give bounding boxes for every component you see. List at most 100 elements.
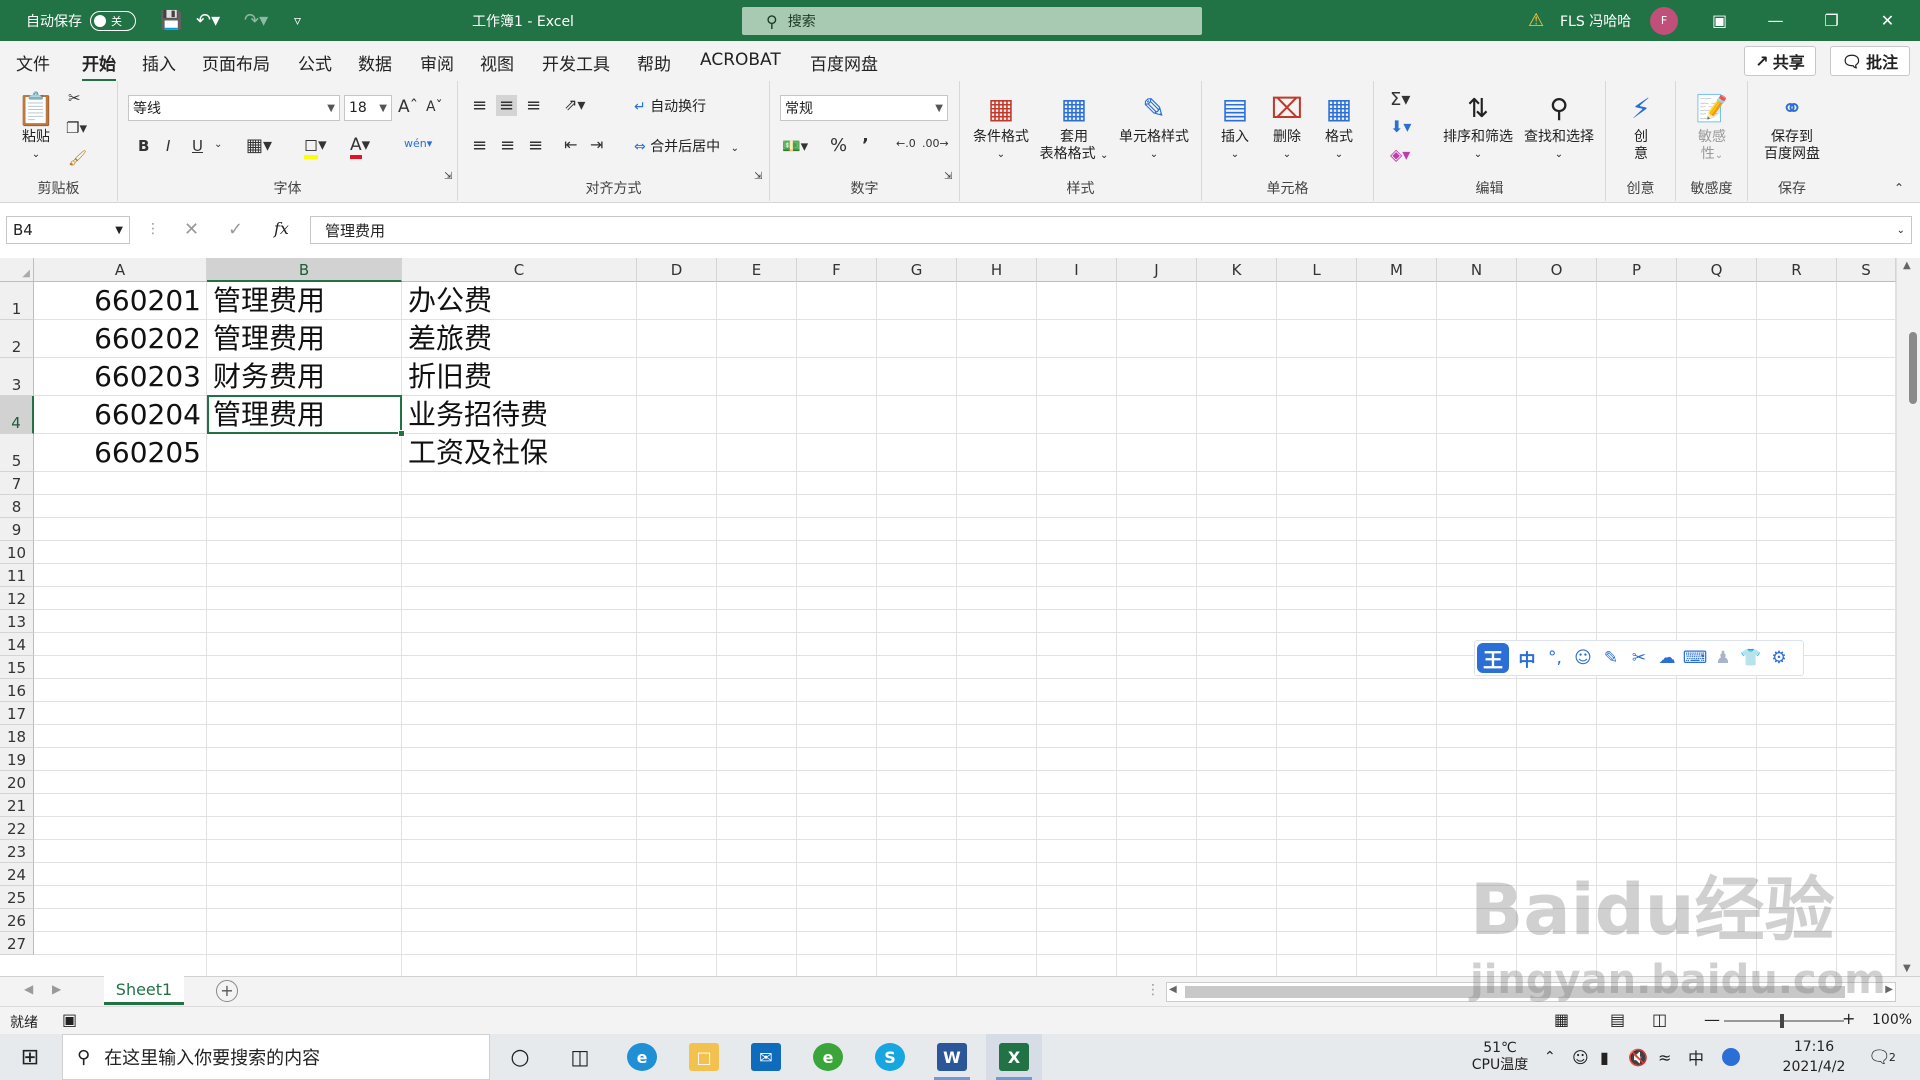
row-header-21[interactable]: 21 xyxy=(0,794,34,817)
row-header-24[interactable]: 24 xyxy=(0,863,34,886)
split-handle-icon[interactable]: ⋮ xyxy=(1146,982,1160,998)
phonetic-icon[interactable]: wén▾ xyxy=(404,137,432,150)
share-button[interactable]: ↗ 共享 xyxy=(1744,46,1816,76)
comments-button[interactable]: 🗨 批注 xyxy=(1830,46,1910,76)
emoji-icon[interactable]: ☺ xyxy=(1569,648,1597,668)
row-header-4[interactable]: 4 xyxy=(0,396,34,434)
cloud-icon[interactable]: ☁ xyxy=(1653,648,1681,668)
column-header-i[interactable]: I xyxy=(1037,258,1117,282)
settings-gear-icon[interactable]: ⚙ xyxy=(1765,648,1793,668)
align-middle-icon[interactable]: ≡ xyxy=(496,95,518,116)
row-header-1[interactable]: 1 xyxy=(0,282,34,320)
wrap-text-button[interactable]: ↵ 自动换行 xyxy=(634,99,706,116)
vertical-scroll-thumb[interactable] xyxy=(1909,332,1917,404)
row-header-5[interactable]: 5 xyxy=(0,434,34,472)
row-header-3[interactable]: 3 xyxy=(0,358,34,396)
cpu-temp[interactable]: 51℃ CPU温度 xyxy=(1462,1034,1538,1080)
format-as-table-button[interactable]: ▦ 套用 表格格式 ⌄ xyxy=(1034,89,1114,164)
column-header-c[interactable]: C xyxy=(402,258,637,282)
ime-logo[interactable]: 王 xyxy=(1477,643,1509,673)
cell-c3[interactable]: 折旧费 xyxy=(408,359,492,395)
column-header-p[interactable]: P xyxy=(1597,258,1677,282)
close-icon[interactable]: ✕ xyxy=(1860,0,1915,41)
sheet-tab[interactable]: Sheet1 xyxy=(104,976,184,1005)
font-color-icon[interactable]: A▾ xyxy=(350,135,370,159)
prev-sheet-icon[interactable]: ◀ xyxy=(24,982,33,996)
creative-button[interactable]: ⚡ 创 意 xyxy=(1616,89,1666,163)
battery-icon[interactable]: ▮ xyxy=(1600,1034,1609,1080)
ribbon-display-icon[interactable]: ▣ xyxy=(1692,0,1747,41)
decrease-decimal-icon[interactable]: .00→ xyxy=(922,137,949,150)
italic-button[interactable]: I xyxy=(166,137,170,155)
cell-c1[interactable]: 办公费 xyxy=(408,283,492,319)
clock[interactable]: 17:16 2021/4/2 xyxy=(1766,1034,1862,1080)
cell-c4[interactable]: 业务招待费 xyxy=(408,397,548,433)
sogou-app[interactable]: S xyxy=(862,1034,918,1080)
column-header-k[interactable]: K xyxy=(1197,258,1277,282)
warning-icon[interactable]: ⚠ xyxy=(1528,0,1544,41)
network-icon[interactable]: ≈ xyxy=(1658,1034,1671,1080)
bold-button[interactable]: B xyxy=(138,137,149,155)
row-header-18[interactable]: 18 xyxy=(0,725,34,748)
underline-button[interactable]: U xyxy=(192,137,203,155)
scroll-down-icon[interactable]: ▼ xyxy=(1903,963,1911,974)
user-icon[interactable]: ♟ xyxy=(1709,648,1737,668)
mail-app[interactable]: ✉ xyxy=(738,1034,794,1080)
collapse-ribbon-icon[interactable]: ⌃ xyxy=(1894,181,1904,195)
insert-cells-button[interactable]: ▤ 插入 ⌄ xyxy=(1210,89,1260,163)
percent-icon[interactable]: % xyxy=(830,135,847,156)
column-header-f[interactable]: F xyxy=(797,258,877,282)
column-header-b[interactable]: B xyxy=(207,258,402,282)
column-header-s[interactable]: S xyxy=(1837,258,1896,282)
save-icon[interactable]: 💾 xyxy=(160,0,182,41)
align-bottom-icon[interactable]: ≡ xyxy=(526,95,541,116)
taskbar-search[interactable]: ⚲ 在这里输入你要搜索的内容 xyxy=(62,1034,490,1080)
cancel-icon[interactable]: ✕ xyxy=(184,219,199,240)
tab-data[interactable]: 数据 xyxy=(358,50,392,75)
column-header-g[interactable]: G xyxy=(877,258,957,282)
format-painter-icon[interactable]: 🖌 xyxy=(68,149,87,167)
font-size-select[interactable]: 18 ▼ xyxy=(344,95,392,121)
word-app[interactable]: W xyxy=(924,1034,980,1080)
chevron-down-icon[interactable]: ⌄ xyxy=(214,139,222,150)
row-header-7[interactable]: 7 xyxy=(0,472,34,495)
row-header-15[interactable]: 15 xyxy=(0,656,34,679)
fill-handle[interactable] xyxy=(398,430,405,437)
cell-b3[interactable]: 财务费用 xyxy=(213,359,325,395)
row-header-17[interactable]: 17 xyxy=(0,702,34,725)
paste-button[interactable]: 📋 粘贴 ⌄ xyxy=(14,89,58,163)
minimize-icon[interactable]: — xyxy=(1748,0,1803,41)
qq-icon[interactable]: ☺ xyxy=(1572,1034,1589,1080)
column-header-r[interactable]: R xyxy=(1757,258,1837,282)
row-header-10[interactable]: 10 xyxy=(0,541,34,564)
tab-developer[interactable]: 开发工具 xyxy=(542,50,610,75)
tab-help[interactable]: 帮助 xyxy=(637,50,671,75)
ime-tray-icon[interactable] xyxy=(1722,1034,1740,1080)
row-header-27[interactable]: 27 xyxy=(0,932,34,955)
column-header-h[interactable]: H xyxy=(957,258,1037,282)
row-header-26[interactable]: 26 xyxy=(0,909,34,932)
tab-view[interactable]: 视图 xyxy=(480,50,514,75)
find-select-button[interactable]: ⚲ 查找和选择 ⌄ xyxy=(1518,89,1600,163)
autosum-icon[interactable]: Σ▾ xyxy=(1390,89,1410,110)
cortana-button[interactable]: ○ xyxy=(492,1034,548,1080)
cell-styles-button[interactable]: ✎ 单元格样式 ⌄ xyxy=(1112,89,1196,163)
edge-app[interactable]: e xyxy=(614,1034,670,1080)
skin-icon[interactable]: 👕 xyxy=(1737,648,1765,668)
column-header-j[interactable]: J xyxy=(1117,258,1197,282)
excel-app[interactable]: X xyxy=(986,1034,1042,1080)
redo-icon[interactable]: ↷▾ xyxy=(244,0,268,41)
vertical-scrollbar[interactable]: ▲ ▼ xyxy=(1896,258,1920,976)
tab-baidu-netdisk[interactable]: 百度网盘 xyxy=(810,50,878,75)
enter-icon[interactable]: ✓ xyxy=(228,219,243,240)
tab-page-layout[interactable]: 页面布局 xyxy=(202,50,270,75)
formula-input[interactable]: 管理费用 ⌄ xyxy=(310,216,1912,244)
ime-lang[interactable]: 中 xyxy=(1688,1034,1704,1080)
scroll-up-icon[interactable]: ▲ xyxy=(1903,260,1911,271)
align-right-icon[interactable]: ≡ xyxy=(528,135,543,156)
punctuation-icon[interactable]: °, xyxy=(1541,648,1569,668)
column-header-l[interactable]: L xyxy=(1277,258,1357,282)
cell-a5[interactable]: 660205 xyxy=(34,435,201,471)
autosave-toggle[interactable]: 关 xyxy=(90,10,136,31)
decrease-font-icon[interactable]: Aˇ xyxy=(426,99,443,115)
